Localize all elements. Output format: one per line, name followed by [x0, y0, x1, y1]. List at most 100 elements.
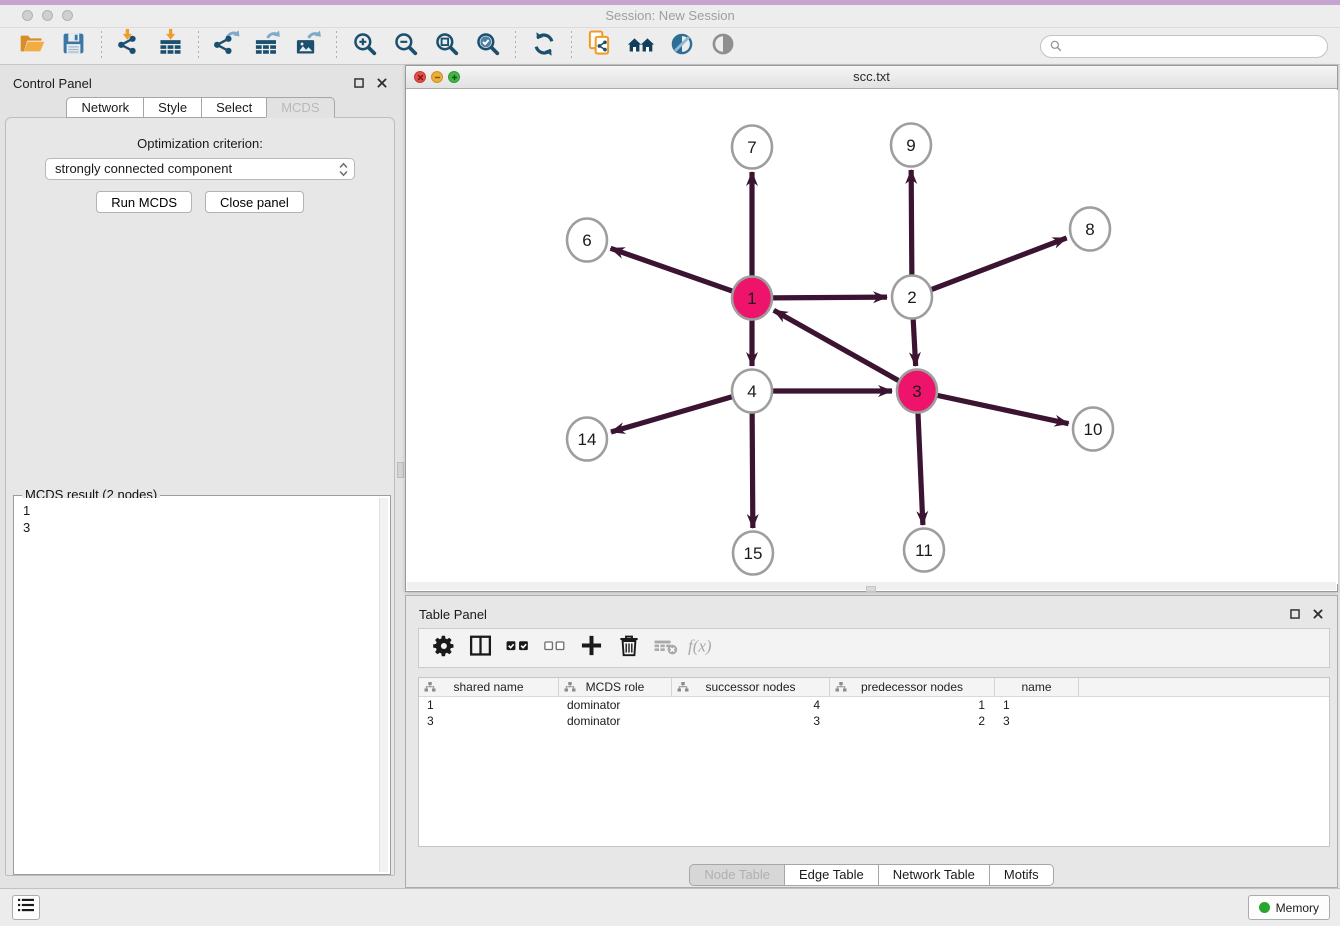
table-panel: Table Panel f(x) shared nameMCDS rolesuc… [405, 595, 1338, 888]
vertical-splitter-handle[interactable] [397, 462, 404, 478]
zoom-window-button[interactable] [62, 10, 73, 21]
edge-1-6[interactable] [611, 248, 734, 291]
export-network-button[interactable] [206, 30, 247, 63]
export-table-button[interactable] [247, 30, 288, 63]
import-table-button[interactable] [150, 30, 191, 63]
delete-columns-button[interactable] [610, 631, 647, 665]
table-panel-title: Table Panel [419, 607, 487, 622]
tab-edge-table[interactable]: Edge Table [784, 864, 879, 886]
new-network-from-selection-button[interactable] [579, 30, 620, 63]
import-table-icon [157, 29, 184, 63]
table-cell: 3 [672, 714, 830, 728]
open-session-button[interactable] [12, 30, 53, 63]
minimize-window-button[interactable] [42, 10, 53, 21]
apply-preferred-layout-button[interactable] [523, 30, 564, 63]
graph-node-11[interactable]: 11 [904, 529, 944, 572]
toggle-table-layout-button[interactable] [462, 631, 499, 665]
search-input[interactable] [1040, 35, 1328, 58]
edge-3-10[interactable] [936, 395, 1069, 424]
export-image-button[interactable] [288, 30, 329, 63]
import-network-icon [116, 29, 143, 63]
graph-node-10[interactable]: 10 [1073, 408, 1113, 451]
graph-node-9[interactable]: 9 [891, 124, 931, 167]
column-header-successor-nodes[interactable]: successor nodes [672, 678, 830, 696]
window-title: Session: New Session [0, 5, 1340, 27]
first-neighbors-button[interactable] [620, 30, 661, 63]
tab-network[interactable]: Network [66, 97, 144, 118]
column-tree-icon [424, 681, 436, 696]
graph-node-4[interactable]: 4 [732, 370, 772, 413]
unselect-all-columns-button[interactable] [536, 631, 573, 665]
table-cell: dominator [559, 714, 672, 728]
column-header-predecessor-nodes[interactable]: predecessor nodes [830, 678, 995, 696]
float-table-panel-icon[interactable] [1288, 607, 1302, 621]
run-mcds-button[interactable]: Run MCDS [96, 191, 192, 213]
column-header-label: successor nodes [705, 680, 795, 694]
houses-icon [627, 31, 655, 62]
memory-status-dot [1259, 902, 1270, 913]
edge-2-9[interactable] [911, 170, 912, 278]
network-canvas[interactable]: 7 9 6 8 1 2 4 3 14 10 15 11 [407, 90, 1338, 584]
float-panel-icon[interactable] [352, 76, 366, 90]
optimization-criterion-select[interactable]: strongly connected component [45, 158, 355, 180]
horizontal-splitter-handle[interactable] [866, 586, 876, 592]
memory-label: Memory [1276, 901, 1319, 915]
edge-2-3[interactable] [913, 316, 916, 366]
select-all-columns-button[interactable] [499, 631, 536, 665]
tab-style[interactable]: Style [143, 97, 202, 118]
tab-select[interactable]: Select [201, 97, 267, 118]
column-header-shared-name[interactable]: shared name [419, 678, 559, 696]
network-minimize-button[interactable] [431, 71, 443, 83]
table-row[interactable]: 3dominator323 [419, 713, 1329, 729]
graph-node-8[interactable]: 8 [1070, 208, 1110, 251]
graph-node-15[interactable]: 15 [733, 532, 773, 575]
main-titlebar: Session: New Session [0, 5, 1340, 28]
mcds-result-text[interactable]: 1 3 [16, 498, 379, 872]
network-traffic-lights [414, 71, 460, 83]
zoom-fit-content-button[interactable] [426, 30, 467, 63]
close-panel-button[interactable]: Close panel [205, 191, 304, 213]
import-network-button[interactable] [109, 30, 150, 63]
save-session-button[interactable] [53, 30, 94, 63]
graph-node-7[interactable]: 7 [732, 126, 772, 169]
close-table-panel-icon[interactable] [1311, 607, 1325, 621]
edge-3-1[interactable] [774, 310, 901, 381]
table-settings-button[interactable] [425, 631, 462, 665]
column-header-filler [1079, 678, 1329, 696]
control-panel-title: Control Panel [13, 76, 92, 91]
tab-node-table[interactable]: Node Table [689, 864, 785, 886]
graph-node-6[interactable]: 6 [567, 219, 607, 262]
graph-node-3[interactable]: 3 [897, 370, 937, 413]
network-close-button[interactable] [414, 71, 426, 83]
create-new-column-button[interactable] [573, 631, 610, 665]
graph-node-1[interactable]: 1 [732, 277, 772, 320]
show-all-button[interactable] [702, 30, 743, 63]
zoom-in-button[interactable] [344, 30, 385, 63]
result-scrollbar[interactable] [379, 498, 388, 872]
hide-selected-button[interactable] [661, 30, 702, 63]
mcds-panel-body: Optimization criterion: strongly connect… [5, 117, 395, 876]
graph-node-2[interactable]: 2 [892, 276, 932, 319]
zoom-out-button[interactable] [385, 30, 426, 63]
split-columns-icon [468, 633, 493, 663]
column-header-name[interactable]: name [995, 678, 1079, 696]
table-row[interactable]: 1dominator411 [419, 697, 1329, 713]
tab-motifs[interactable]: Motifs [989, 864, 1054, 886]
memory-button[interactable]: Memory [1248, 895, 1330, 920]
edge-3-11[interactable] [918, 410, 923, 525]
task-history-button[interactable] [12, 895, 40, 920]
graph-node-14[interactable]: 14 [567, 418, 607, 461]
close-window-button[interactable] [22, 10, 33, 21]
network-maximize-button[interactable] [448, 71, 460, 83]
toolbar-separator [515, 31, 516, 61]
edge-4-15[interactable] [752, 410, 753, 528]
edge-1-2[interactable] [771, 297, 887, 298]
table-cell: 3 [419, 714, 559, 728]
tab-mcds[interactable]: MCDS [266, 97, 334, 118]
column-header-MCDS-role[interactable]: MCDS role [559, 678, 672, 696]
edge-4-14[interactable] [611, 396, 734, 432]
zoom-selected-region-button[interactable] [467, 30, 508, 63]
close-panel-icon[interactable] [375, 76, 389, 90]
tab-network-table[interactable]: Network Table [878, 864, 990, 886]
edge-2-8[interactable] [930, 238, 1067, 290]
